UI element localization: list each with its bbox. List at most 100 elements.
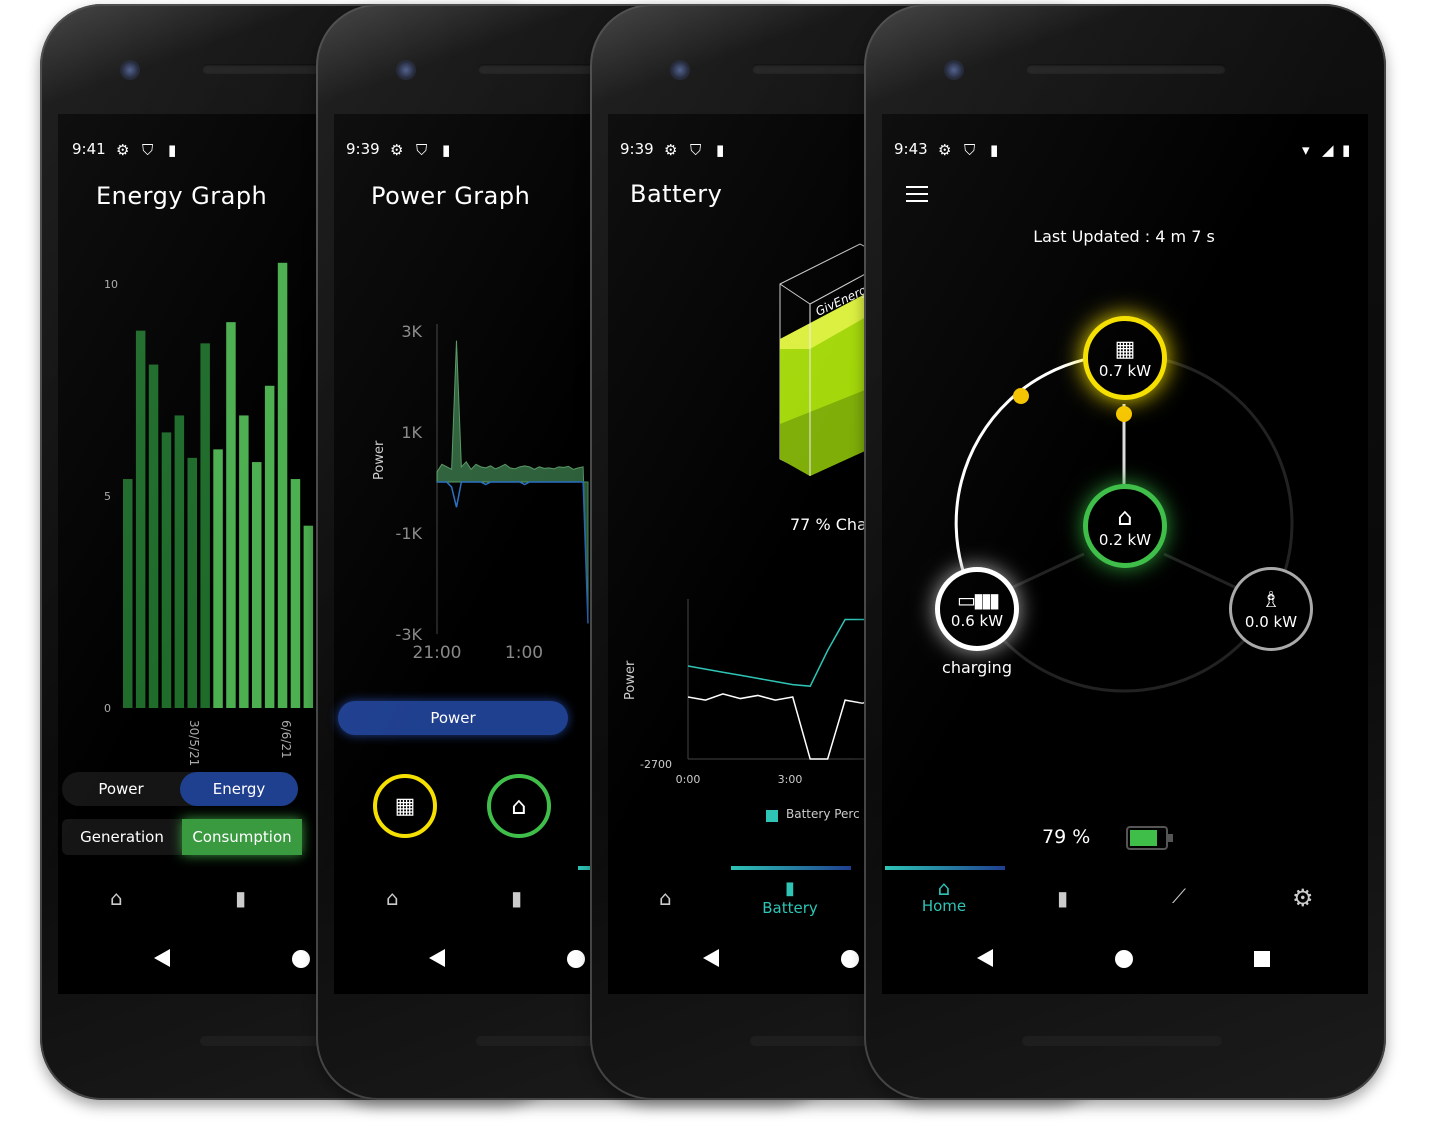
mode-toggle: Power Energy	[62, 772, 298, 806]
bottom-speaker	[1022, 1036, 1222, 1046]
y-axis-label: Power	[623, 660, 638, 700]
battery-status: charging	[942, 658, 1012, 677]
back-button[interactable]	[703, 949, 719, 967]
back-button[interactable]	[429, 949, 445, 967]
x-tick-label: 3:00	[778, 773, 803, 786]
type-toggle: Generation Consumption	[62, 819, 302, 855]
house-icon: ⌂	[1117, 503, 1133, 531]
energy-flow-diagram	[954, 353, 1294, 693]
nav-battery-icon[interactable]: ▮	[511, 886, 522, 910]
energy-bar-chart: 0 5 10 30/5/21 6/6/21	[104, 262, 314, 766]
bar	[161, 432, 172, 708]
battery-icon: ▭▮▮▮	[957, 588, 1000, 612]
bar	[239, 415, 249, 708]
energy-toggle[interactable]: Energy	[180, 772, 298, 806]
battery-icon: ▮	[785, 878, 795, 899]
bar	[135, 330, 146, 708]
legend-swatch	[766, 810, 778, 822]
solar-panel-icon: ▦	[1114, 336, 1136, 362]
solar-value: 0.7 kW	[1098, 361, 1152, 380]
battery-level-indicator	[1126, 826, 1173, 850]
nav-battery-label: Battery	[762, 899, 818, 917]
page-title: Power Graph	[371, 182, 531, 210]
recents-button[interactable]	[1254, 951, 1270, 967]
bar	[226, 322, 236, 708]
flow-dot	[1013, 388, 1029, 404]
nav-home-icon[interactable]: ⌂	[110, 886, 123, 910]
x-tick-label: 21:00	[413, 643, 462, 663]
page-title: Energy Graph	[96, 182, 268, 210]
x-tick-label: 30/5/21	[187, 720, 201, 766]
bar	[174, 415, 185, 708]
bar	[123, 479, 133, 708]
bar	[264, 385, 275, 708]
battery-power-chart: -2700 Power 0:00 3:00	[623, 599, 881, 786]
solar-node[interactable]: ▦ 0.7 kW	[1083, 316, 1167, 400]
bar	[290, 479, 301, 708]
battery-node[interactable]: ▭▮▮▮ 0.6 kW	[935, 567, 1019, 651]
x-tick-label: 6/6/21	[279, 720, 293, 759]
back-button[interactable]	[977, 949, 993, 967]
generation-toggle[interactable]: Generation	[62, 828, 182, 846]
y-tick-label: 5	[104, 490, 111, 503]
y-tick-label: -2700	[640, 758, 672, 771]
tab-indicator	[731, 866, 851, 870]
house-icon: ⌂	[511, 792, 527, 820]
consumption-toggle[interactable]: Consumption	[182, 819, 302, 855]
legend-label: Battery Perc	[786, 807, 860, 821]
home-button[interactable]	[567, 950, 585, 968]
power-line-chart: 3K 1K -1K -3K Power 21:00 1:00	[372, 322, 589, 663]
battery-status-icon: ▮	[1342, 141, 1351, 159]
wifi-icon: ▾	[1302, 141, 1310, 159]
flow-dot	[1116, 406, 1132, 422]
battery-value: 0.6 kW	[950, 612, 1004, 630]
bar	[187, 457, 197, 708]
y-tick-label: -1K	[396, 524, 423, 543]
menu-button[interactable]	[906, 186, 928, 202]
home-button[interactable]	[1115, 950, 1133, 968]
home-button[interactable]	[292, 950, 310, 968]
home-button[interactable]	[841, 950, 859, 968]
y-tick-label: 0	[104, 702, 111, 715]
grid-value: 0.0 kW	[1244, 612, 1298, 631]
y-tick-label: 10	[104, 278, 118, 291]
nav-battery-tab[interactable]: ▮ Battery	[750, 878, 830, 917]
pylon-icon: ♗	[1261, 587, 1281, 613]
nav-battery-icon[interactable]: ▮	[1057, 886, 1068, 910]
power-toggle[interactable]: Power	[62, 780, 180, 798]
nav-settings-gear-icon[interactable]: ⚙	[1292, 884, 1314, 912]
battery-percent: 79 %	[1042, 826, 1091, 848]
nav-home-label: Home	[921, 897, 967, 915]
home-node[interactable]: ⌂ 0.2 kW	[1083, 484, 1167, 568]
x-tick-label: 1:00	[505, 643, 543, 663]
tab-indicator	[885, 866, 1005, 870]
bar	[200, 343, 210, 708]
y-axis-label: Power	[372, 440, 387, 480]
home-value: 0.2 kW	[1098, 531, 1152, 549]
signal-icon: ◢	[1322, 141, 1334, 159]
solar-button[interactable]: ▦	[373, 774, 437, 838]
x-tick-label: 0:00	[676, 773, 701, 786]
last-updated: Last Updated : 4 m 7 s	[1033, 227, 1215, 246]
nav-battery-icon[interactable]: ▮	[235, 886, 246, 910]
nav-home-icon[interactable]: ⌂	[659, 886, 672, 910]
back-button[interactable]	[154, 949, 170, 967]
y-tick-label: -3K	[396, 625, 423, 644]
y-tick-label: 1K	[401, 423, 422, 442]
y-tick-label: 3K	[401, 322, 422, 341]
charge-status-text: 77 % Cha	[790, 515, 867, 534]
power-tab[interactable]: Power	[338, 701, 568, 735]
nav-chart-icon[interactable]: ⟋	[1172, 884, 1186, 908]
nav-home-tab[interactable]: ⌂ Home	[904, 876, 984, 915]
page-title: Battery	[630, 180, 723, 208]
bar	[252, 462, 262, 708]
home-button-circle[interactable]: ⌂	[487, 774, 551, 838]
bar	[148, 364, 159, 708]
bar	[303, 525, 314, 708]
grid-node[interactable]: ♗ 0.0 kW	[1229, 567, 1313, 651]
nav-home-icon[interactable]: ⌂	[386, 886, 399, 910]
bar	[277, 262, 288, 708]
phone-home: 9:43 ⚙ ⛉ ▮ ▾ ◢ ▮ Last Updated : 4 m 7 s …	[864, 4, 1386, 1100]
bar	[213, 449, 223, 708]
solar-panel-icon: ▦	[394, 793, 416, 819]
